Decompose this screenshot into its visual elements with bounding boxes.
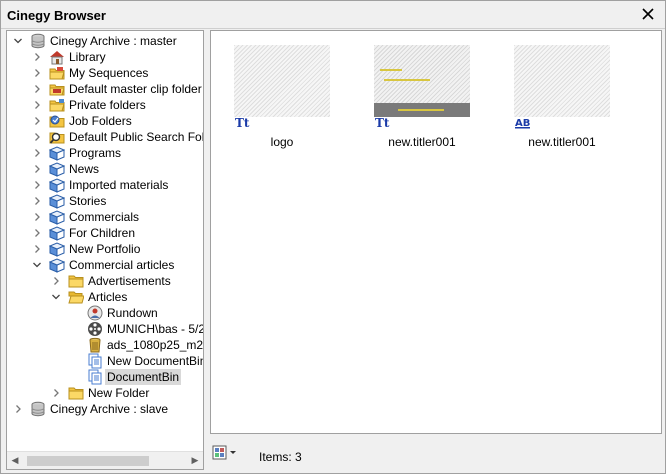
tree-node-label: Private folders	[69, 98, 146, 112]
tree-node-label: For Children	[69, 226, 136, 240]
tree-node-label: New Portfolio	[69, 242, 141, 256]
item-label: logo	[270, 135, 294, 149]
expand-arrow-right-icon[interactable]	[32, 209, 42, 225]
expand-arrow-right-icon[interactable]	[32, 81, 42, 97]
expand-arrow-right-icon[interactable]	[32, 113, 42, 129]
folder-tree: Cinegy Archive : master Library My Sequenc…	[7, 31, 203, 450]
tree-node-label: ads_1080p25_m2v	[107, 338, 203, 352]
expand-arrow-right-icon[interactable]	[32, 65, 42, 81]
blue-box-icon	[48, 161, 66, 177]
titler-badge-icon: Tt	[235, 116, 250, 129]
expand-arrow-right-icon[interactable]	[32, 129, 42, 145]
document-bin-icon	[87, 353, 103, 369]
item-label: new.titler001	[528, 135, 596, 149]
titler-preview-graphic	[374, 69, 470, 117]
rundown-icon	[87, 305, 103, 321]
folder-open-icon	[68, 289, 85, 305]
database-icon	[30, 401, 46, 417]
expand-arrow-right-icon[interactable]	[13, 401, 23, 417]
expand-arrow-right-icon[interactable]	[51, 385, 61, 401]
tree-node-label: Stories	[69, 194, 107, 208]
blue-box-icon	[48, 257, 66, 273]
tree-node-label: Cinegy Archive : slave	[50, 402, 169, 416]
blue-box-icon	[48, 241, 66, 257]
folder-icon	[68, 273, 84, 289]
content-view: Tt logo Tt new.titler001 AB new.titler00…	[210, 30, 662, 434]
library-house-icon	[49, 49, 65, 65]
folder-icon	[68, 385, 84, 401]
content-item-titler-ab[interactable]: AB new.titler001	[491, 45, 610, 155]
tree-node-label: Commercial articles	[69, 258, 175, 272]
tree-node-label: Articles	[88, 290, 128, 304]
blue-box-icon	[48, 225, 66, 241]
tree-node-label: DocumentBin	[105, 369, 182, 385]
expand-arrow-right-icon[interactable]	[32, 225, 42, 241]
expand-arrow-right-icon[interactable]	[51, 273, 61, 289]
tree-node-label: Advertisements	[88, 274, 171, 288]
content-item-titler[interactable]: Tt new.titler001	[351, 45, 470, 155]
expand-arrow-right-icon[interactable]	[32, 145, 42, 161]
expand-arrow-right-icon[interactable]	[32, 193, 42, 209]
tree-node-label: Default Public Search Folde	[69, 130, 203, 144]
blue-box-icon	[48, 145, 66, 161]
items-count: Items: 3	[259, 450, 302, 464]
expand-arrow-down-icon[interactable]	[32, 257, 42, 273]
database-icon	[30, 33, 46, 49]
tree-node-label: Cinegy Archive : master	[50, 34, 177, 48]
expand-arrow-right-icon[interactable]	[32, 241, 42, 257]
expand-arrow-down-icon[interactable]	[51, 289, 61, 305]
expand-arrow-right-icon[interactable]	[32, 161, 42, 177]
window-title: Cinegy Browser	[7, 8, 106, 23]
titler-badge-icon: Tt	[375, 116, 390, 129]
tree-node-label: My Sequences	[69, 66, 149, 80]
tree-node-label: Default master clip folder	[69, 82, 202, 96]
scroll-right-arrow-icon[interactable]: ▶	[187, 452, 203, 469]
blue-box-icon	[48, 209, 66, 225]
item-label: new.titler001	[388, 135, 456, 149]
expand-arrow-right-icon[interactable]	[32, 49, 42, 65]
expand-arrow-right-icon[interactable]	[32, 97, 42, 113]
tree-node-label: News	[69, 162, 100, 176]
status-bar: Items: 3	[210, 437, 662, 471]
item-thumbnail[interactable]	[374, 45, 470, 117]
bin-can-icon	[87, 337, 103, 353]
tree-node-label: Rundown	[107, 306, 158, 320]
search-folder-icon	[49, 129, 65, 145]
clip-folder-icon	[49, 81, 65, 97]
svg-text:Tt: Tt	[375, 116, 390, 129]
tree-node-label: Imported materials	[69, 178, 169, 192]
horizontal-scrollbar[interactable]: ◀ ▶	[7, 451, 203, 469]
tree-node-label: Commercials	[69, 210, 140, 224]
tree-node-label: MUNICH\bas - 5/25	[107, 322, 203, 336]
tree-node-label: Job Folders	[69, 114, 132, 128]
job-folder-icon	[49, 113, 65, 129]
view-mode-icon[interactable]	[212, 445, 238, 461]
tree-node-label: New Folder	[88, 386, 150, 400]
folder-tree-panel: Cinegy Archive : master Library My Sequenc…	[6, 30, 204, 470]
expand-arrow-right-icon[interactable]	[32, 177, 42, 193]
sequences-folder-icon	[49, 65, 65, 81]
ab-badge-icon: AB	[515, 118, 530, 129]
item-thumbnail[interactable]	[234, 45, 330, 117]
content-item-logo[interactable]: Tt logo	[211, 45, 330, 155]
scrollbar-thumb[interactable]	[27, 456, 149, 466]
item-thumbnail[interactable]	[514, 45, 610, 117]
title-bar: Cinegy Browser	[1, 1, 665, 29]
cinegy-browser-window: Cinegy Browser Cinegy Archive : master Li…	[0, 0, 666, 474]
svg-text:Tt: Tt	[235, 116, 250, 129]
blue-box-icon	[48, 177, 66, 193]
film-reel-icon	[87, 321, 103, 337]
tree-node-label: Library	[69, 50, 106, 64]
tree-node-label: Programs	[69, 146, 122, 160]
tree-node-label: New DocumentBin	[107, 354, 203, 368]
private-folder-icon	[49, 97, 65, 113]
close-icon[interactable]	[641, 7, 655, 21]
expand-arrow-down-icon[interactable]	[13, 33, 23, 49]
blue-box-icon	[48, 193, 66, 209]
scroll-left-arrow-icon[interactable]: ◀	[7, 452, 23, 469]
document-bin-icon	[87, 369, 103, 385]
